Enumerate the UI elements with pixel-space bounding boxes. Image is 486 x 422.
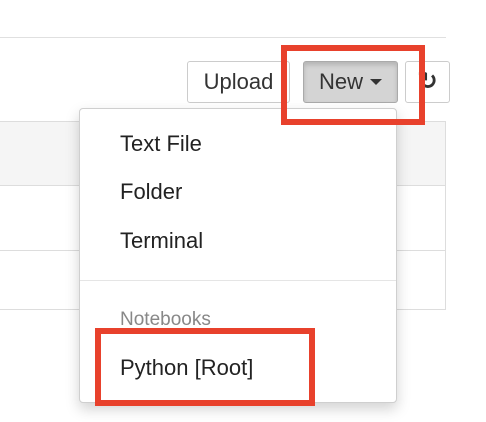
- refresh-icon: ↻: [417, 68, 438, 95]
- header-divider: [0, 37, 446, 38]
- caret-down-icon: [370, 79, 382, 85]
- upload-button-label: Upload: [203, 69, 274, 94]
- menu-item-terminal[interactable]: Terminal: [120, 226, 203, 256]
- menu-item-python-root[interactable]: Python [Root]: [120, 353, 253, 383]
- menu-item-folder[interactable]: Folder: [120, 177, 182, 207]
- new-button-label: New: [318, 69, 363, 94]
- menu-header-notebooks: Notebooks: [120, 309, 211, 330]
- upload-button[interactable]: Upload: [187, 61, 290, 103]
- new-dropdown-menu: Text File Folder Terminal Notebooks Pyth…: [79, 108, 397, 403]
- menu-divider: [80, 280, 396, 281]
- refresh-button[interactable]: ↻: [405, 61, 450, 103]
- menu-item-text-file[interactable]: Text File: [120, 129, 202, 159]
- new-button[interactable]: New: [303, 61, 398, 103]
